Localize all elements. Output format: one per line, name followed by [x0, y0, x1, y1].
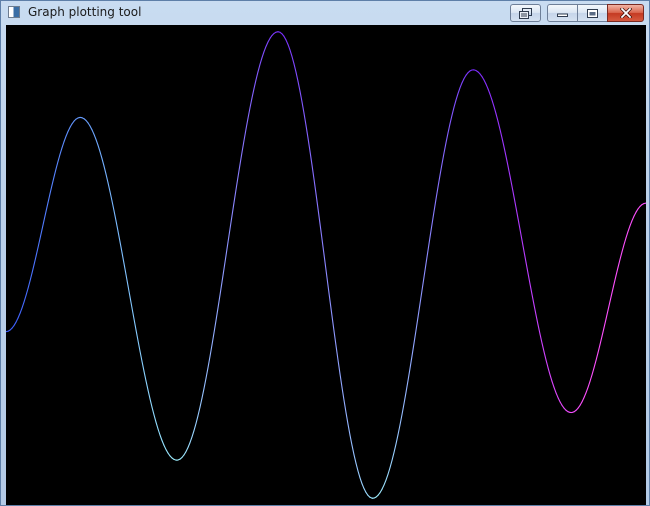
- layout-button[interactable]: [510, 4, 541, 22]
- maximize-icon: [587, 8, 598, 18]
- curve-point: [472, 69, 474, 71]
- close-button[interactable]: [607, 4, 644, 22]
- minimize-icon: [557, 13, 568, 17]
- maximize-button[interactable]: [577, 4, 608, 22]
- title-bar[interactable]: Graph plotting tool: [1, 1, 649, 25]
- plot-background: [6, 25, 646, 505]
- window-title: Graph plotting tool: [28, 5, 142, 19]
- curve-point: [372, 497, 374, 499]
- application-icon[interactable]: [8, 6, 20, 18]
- graph-plot: [6, 25, 646, 505]
- curve-point: [176, 459, 178, 461]
- plot-canvas[interactable]: [6, 25, 646, 505]
- restore-layout-icon: [518, 7, 532, 19]
- minimize-button[interactable]: [547, 4, 578, 22]
- curve-point: [277, 31, 279, 33]
- curve-point: [79, 116, 81, 119]
- app-window: Graph plotting tool: [0, 0, 650, 506]
- close-icon: [619, 8, 632, 18]
- curve-point: [570, 411, 572, 414]
